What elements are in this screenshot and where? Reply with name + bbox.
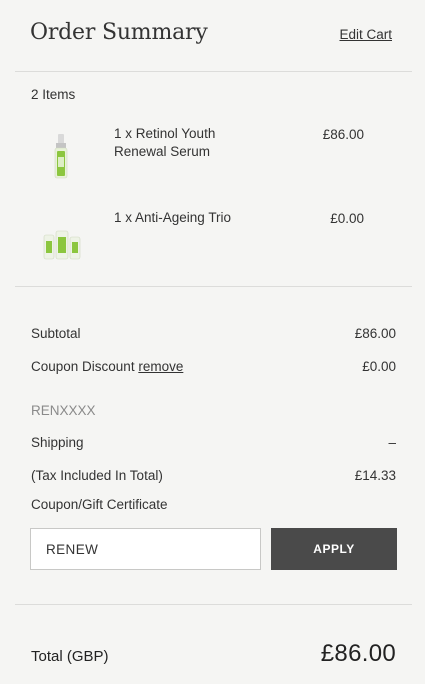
applied-coupon-code: RENXXXX bbox=[31, 403, 96, 418]
gift-certificate-label: Coupon/Gift Certificate bbox=[31, 497, 168, 512]
coupon-discount-value: £0.00 bbox=[362, 359, 396, 374]
total-label: Total (GBP) bbox=[31, 648, 109, 665]
subtotal-row: Subtotal £86.00 bbox=[31, 326, 396, 341]
cart-item-price: £86.00 bbox=[322, 127, 364, 142]
tax-row: (Tax Included In Total) £14.33 bbox=[31, 468, 396, 483]
coupon-discount-row: Coupon Discount remove £0.00 bbox=[31, 359, 396, 374]
shipping-label: Shipping bbox=[31, 435, 84, 450]
apply-coupon-button[interactable]: APPLY bbox=[271, 528, 397, 570]
shipping-value: – bbox=[388, 435, 396, 450]
cart-item-price: £0.00 bbox=[330, 211, 364, 226]
divider bbox=[15, 604, 412, 605]
items-count: 2 Items bbox=[31, 87, 76, 102]
subtotal-label: Subtotal bbox=[31, 326, 81, 341]
cart-item-name: 1 x Anti-Ageing Trio bbox=[114, 210, 232, 225]
divider bbox=[15, 71, 412, 72]
coupon-code-input[interactable] bbox=[30, 528, 261, 570]
skincare-trio-icon bbox=[38, 217, 86, 265]
page-title: Order Summary bbox=[30, 20, 208, 45]
shipping-row: Shipping – bbox=[31, 435, 396, 450]
coupon-discount-label: Coupon Discount bbox=[31, 359, 139, 374]
cart-item-name: 1 x Retinol Youth Renewal Serum bbox=[114, 126, 216, 159]
order-summary-header: Order Summary Edit Cart bbox=[0, 0, 425, 72]
tax-value: £14.33 bbox=[354, 468, 396, 483]
subtotal-value: £86.00 bbox=[354, 326, 396, 341]
divider bbox=[15, 286, 412, 287]
total-value: £86.00 bbox=[320, 640, 396, 667]
tax-label: (Tax Included In Total) bbox=[31, 468, 163, 483]
serum-bottle-icon bbox=[38, 133, 86, 181]
edit-cart-link[interactable]: Edit Cart bbox=[339, 27, 392, 42]
remove-coupon-link[interactable]: remove bbox=[138, 359, 183, 374]
